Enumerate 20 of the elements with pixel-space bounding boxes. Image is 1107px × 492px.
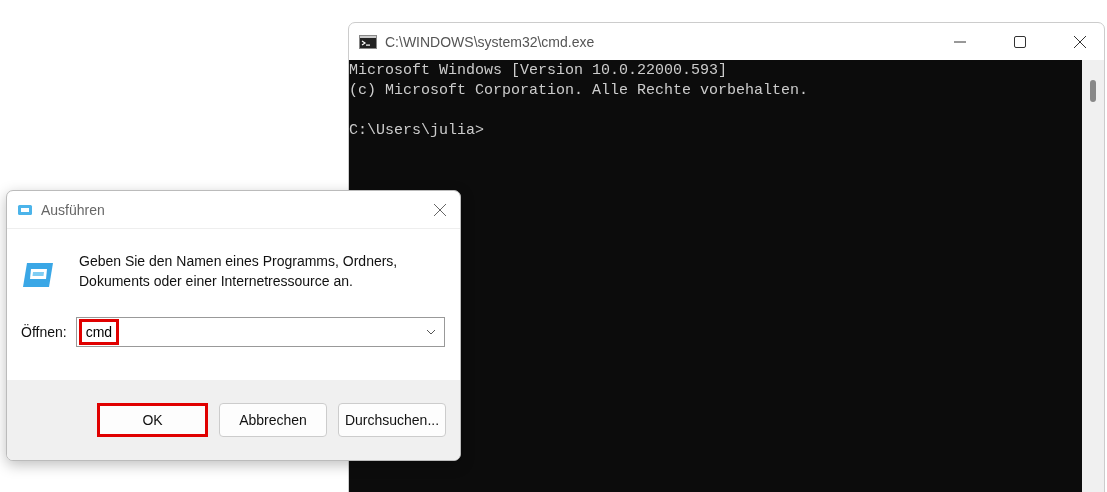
description-text: Geben Sie den Namen eines Programms, Ordners, Dokuments oder einer Internetressource an. xyxy=(79,252,399,291)
window-title: C:\WINDOWS\system32\cmd.exe xyxy=(385,33,595,50)
scrollbar[interactable] xyxy=(1082,60,1104,492)
close-icon[interactable] xyxy=(434,203,446,216)
field-label: Öffnen: xyxy=(21,324,67,340)
maximize-icon[interactable] xyxy=(1014,35,1026,48)
close-icon[interactable] xyxy=(1074,35,1086,48)
console-line: (c) Microsoft Corporation. Alle Rechte vorbehalten. xyxy=(349,81,810,101)
console-prompt: C:\Users\julia> xyxy=(349,121,486,141)
console-line: Microsoft Windows [Version 10.0.22000.593] xyxy=(349,61,729,81)
dialog-button[interactable]: OK xyxy=(97,403,208,437)
dialog-button[interactable]: Durchsuchen... xyxy=(338,403,446,437)
chevron-down-icon[interactable] xyxy=(426,329,436,335)
run-icon xyxy=(17,203,33,216)
field-value: cmd xyxy=(78,319,120,345)
run-icon xyxy=(21,261,55,289)
open-combobox[interactable]: cmd xyxy=(75,317,445,347)
terminal-icon xyxy=(359,34,377,49)
dialog-title: Ausführen xyxy=(41,201,105,218)
dialog-button[interactable]: Abbrechen xyxy=(219,403,327,437)
